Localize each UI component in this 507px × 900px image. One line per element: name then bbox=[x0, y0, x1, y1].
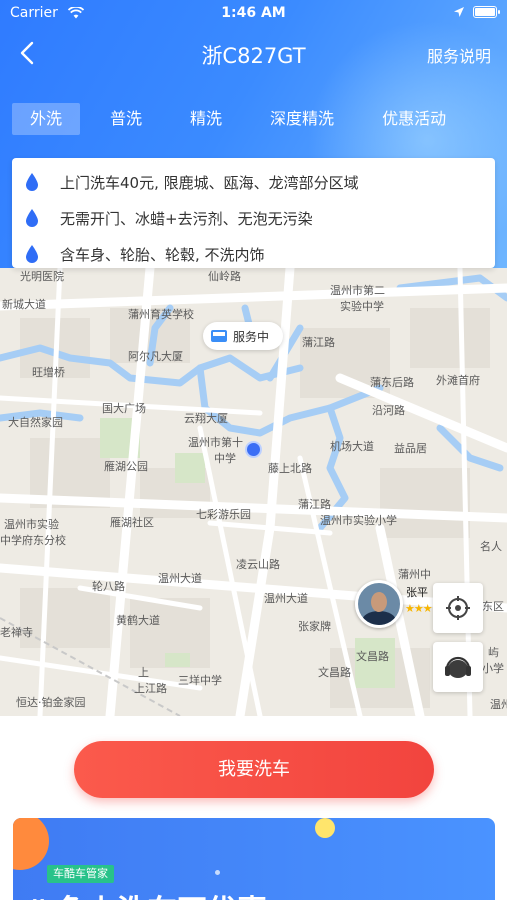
map-label: 恒达·铂金家园 bbox=[16, 696, 86, 709]
service-status-tag[interactable]: 服务中 bbox=[203, 322, 284, 350]
map-label: 温州市第二 bbox=[330, 284, 385, 297]
map-label: 上 bbox=[138, 666, 149, 679]
map-label: 实验中学 bbox=[340, 300, 384, 313]
map-label: 外滩首府 bbox=[436, 374, 480, 387]
map-label: 雁湖社区 bbox=[110, 516, 154, 529]
map-label: 蒲江路 bbox=[298, 498, 331, 511]
banner-yellow-circle bbox=[315, 818, 335, 838]
book-wash-button[interactable]: 我要洗车 bbox=[74, 741, 434, 798]
map-label: 黄鹤大道 bbox=[116, 614, 160, 627]
map-label: 三垟中学 bbox=[178, 674, 222, 687]
promo-banner[interactable]: 车酷车管家 “ 免上洗车不优惠 bbox=[13, 818, 495, 900]
info-row: 含车身、轮胎、轮毂, 不洗内饰 bbox=[12, 236, 495, 272]
water-drop-icon bbox=[26, 209, 38, 227]
current-location-dot bbox=[245, 441, 262, 458]
banner-orange-circle bbox=[13, 818, 49, 870]
map-label: 阿尔凡大厦 bbox=[128, 350, 183, 363]
driver-avatar bbox=[355, 580, 403, 628]
locate-button[interactable] bbox=[433, 583, 483, 633]
map-label: 报 bbox=[0, 268, 11, 270]
map-label: 蒲东后路 bbox=[370, 376, 414, 389]
map-label: 益品居 bbox=[394, 442, 427, 455]
avatar-face bbox=[371, 592, 387, 612]
map-label: 中学 bbox=[214, 452, 236, 465]
driver-name: 张平 bbox=[406, 586, 428, 599]
info-row: 无需开门、冰蜡+去污剂、无泡无污染 bbox=[12, 200, 495, 236]
driver-marker[interactable]: 张平 ★★★ bbox=[355, 580, 437, 628]
map-label: 藤上北路 bbox=[268, 462, 312, 475]
customer-service-button[interactable] bbox=[433, 642, 483, 692]
info-text: 含车身、轮胎、轮毂, 不洗内饰 bbox=[60, 245, 265, 264]
map-label: 张家牌 bbox=[298, 620, 331, 633]
map-label: 屿 bbox=[488, 646, 499, 659]
navbar: 浙C827GT 服务说明 bbox=[0, 32, 507, 74]
info-text: 上门洗车40元, 限鹿城、瓯海、龙湾部分区域 bbox=[60, 173, 359, 192]
map-label: 名人 bbox=[480, 540, 502, 553]
map-label: 老禅寺 bbox=[0, 626, 33, 639]
tab-exterior-wash[interactable]: 外洗 bbox=[12, 103, 81, 135]
map-label: 温州大道 bbox=[158, 572, 202, 585]
map-label: 国大广场 bbox=[102, 402, 146, 415]
headset-icon bbox=[445, 656, 471, 678]
status-right bbox=[453, 6, 500, 18]
water-drop-icon bbox=[26, 245, 38, 263]
tab-promotions[interactable]: 优惠活动 bbox=[364, 103, 464, 135]
map-label: 沿河路 bbox=[372, 404, 405, 417]
map-label: 文昌路 bbox=[356, 650, 389, 663]
map-label: 温州 bbox=[490, 698, 507, 711]
status-bar: Carrier 1:46 AM bbox=[0, 0, 507, 28]
map-label: 新城大道 bbox=[2, 298, 46, 311]
driver-rating-stars: ★★★ bbox=[405, 602, 433, 615]
map-label: 凌云山路 bbox=[236, 558, 280, 571]
banner-dot bbox=[215, 870, 220, 875]
map-label: 温州市实验 bbox=[4, 518, 59, 531]
info-row: 上门洗车40元, 限鹿城、瓯海、龙湾部分区域 bbox=[12, 164, 495, 200]
map-label: 文昌路 bbox=[318, 666, 351, 679]
map-label: 雁湖公园 bbox=[104, 460, 148, 473]
crosshair-icon bbox=[446, 596, 470, 620]
tab-deep-fine-wash[interactable]: 深度精洗 bbox=[252, 103, 352, 135]
service-status-text: 服务中 bbox=[233, 329, 270, 344]
map-label: 小学 bbox=[482, 662, 504, 675]
map-label: 大自然家园 bbox=[8, 416, 63, 429]
map-label: 旺增桥 bbox=[32, 366, 65, 379]
wash-type-tabs: 外洗 普洗 精洗 深度精洗 优惠活动 bbox=[12, 103, 497, 135]
avatar-body bbox=[362, 611, 396, 625]
water-drop-icon bbox=[26, 173, 38, 191]
map-label: 温州市第十 bbox=[188, 436, 243, 449]
tab-fine-wash[interactable]: 精洗 bbox=[172, 103, 240, 135]
tab-standard-wash[interactable]: 普洗 bbox=[92, 103, 160, 135]
map-label: 轮八路 bbox=[92, 580, 125, 593]
map-label: 七彩游乐园 bbox=[196, 508, 251, 521]
map-label: 蒲江路 bbox=[302, 336, 335, 349]
map-label: 云翔大厦 bbox=[184, 412, 228, 425]
map-label: 上江路 bbox=[134, 682, 167, 695]
service-description-link[interactable]: 服务说明 bbox=[427, 43, 491, 67]
location-arrow-icon bbox=[454, 7, 464, 17]
map-label: 机场大道 bbox=[330, 440, 374, 453]
map-label: 东区 bbox=[482, 600, 504, 613]
map-label: 中学府东分校 bbox=[0, 534, 66, 547]
map-label: 温州大道 bbox=[264, 592, 308, 605]
banner-headline: “ 免上洗车不优惠 bbox=[27, 886, 267, 900]
banner-tag: 车酷车管家 bbox=[47, 865, 114, 883]
info-text: 无需开门、冰蜡+去污剂、无泡无污染 bbox=[60, 209, 313, 228]
service-info-card: 上门洗车40元, 限鹿城、瓯海、龙湾部分区域 无需开门、冰蜡+去污剂、无泡无污染… bbox=[12, 158, 495, 268]
bus-icon bbox=[211, 330, 227, 342]
map-label: 温州市实验小学 bbox=[320, 514, 397, 527]
status-time: 1:46 AM bbox=[221, 5, 286, 21]
battery-icon bbox=[473, 6, 500, 18]
map-label: 蒲州育英学校 bbox=[128, 308, 194, 321]
